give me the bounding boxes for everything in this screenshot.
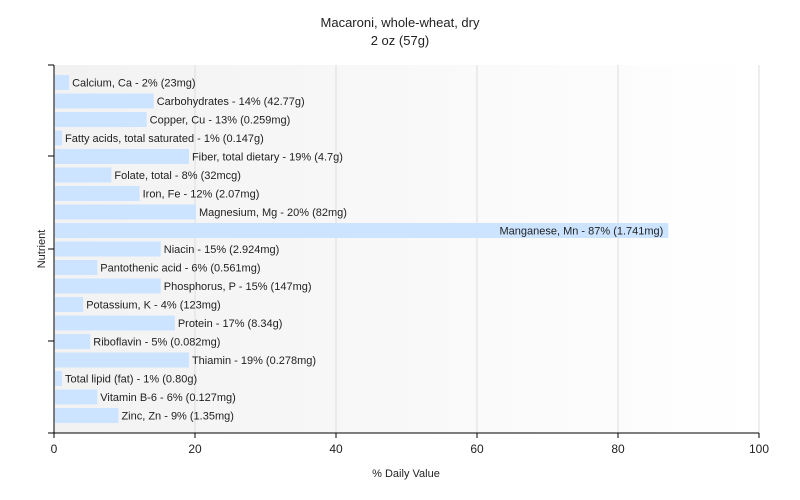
- bar: [55, 167, 112, 183]
- bar: [55, 389, 98, 405]
- bar-label: Phosphorus, P - 15% (147mg): [164, 281, 312, 293]
- x-tick-label: 20: [188, 442, 202, 456]
- bar-label: Pantothenic acid - 6% (0.561mg): [100, 263, 260, 275]
- bar: [55, 75, 70, 90]
- x-tick-label: 100: [749, 442, 769, 456]
- chart-subtitle: 2 oz (57g): [371, 33, 430, 48]
- bar-label: Carbohydrates - 14% (42.77g): [157, 96, 305, 108]
- bar-label: Magnesium, Mg - 20% (82mg): [199, 207, 347, 219]
- bar: [55, 112, 147, 127]
- bar: [55, 130, 63, 146]
- bar: [55, 260, 98, 275]
- x-tick-label: 40: [329, 442, 343, 456]
- chart-title: Macaroni, whole-wheat, dry: [321, 15, 480, 30]
- bar-label: Protein - 17% (8.34g): [178, 318, 283, 330]
- bar: [55, 278, 161, 294]
- bar-label: Calcium, Ca - 2% (23mg): [72, 78, 195, 90]
- bar-label: Vitamin B-6 - 6% (0.127mg): [100, 392, 236, 404]
- bar-label: Copper, Cu - 13% (0.259mg): [150, 115, 291, 127]
- bar-label: Zinc, Zn - 9% (1.35mg): [121, 411, 233, 423]
- x-tick-label: 0: [51, 442, 58, 456]
- bar-label: Iron, Fe - 12% (2.07mg): [143, 189, 260, 201]
- bar-label: Folate, total - 8% (32mcg): [114, 170, 241, 182]
- x-tick-label: 80: [611, 442, 625, 456]
- bar: [55, 408, 119, 423]
- bar: [55, 204, 196, 220]
- bar: [55, 371, 63, 386]
- bar: [55, 352, 189, 368]
- bar: [55, 297, 84, 312]
- bar: [55, 149, 189, 164]
- bar-label: Potassium, K - 4% (123mg): [86, 300, 221, 312]
- x-tick-label: 60: [470, 442, 484, 456]
- bar: [55, 93, 154, 109]
- bar: [55, 186, 140, 201]
- nutrient-bar-chart: Macaroni, whole-wheat, dry 2 oz (57g) Ca…: [36, 15, 769, 480]
- x-axis-label: % Daily Value: [372, 468, 440, 480]
- bar-label: Manganese, Mn - 87% (1.741mg): [499, 226, 663, 238]
- bar-label: Thiamin - 19% (0.278mg): [192, 355, 316, 367]
- bar: [55, 241, 161, 257]
- bar-label: Fatty acids, total saturated - 1% (0.147…: [65, 133, 264, 145]
- bar-label: Fiber, total dietary - 19% (4.7g): [192, 152, 343, 164]
- bar: [55, 334, 91, 349]
- bar-label: Total lipid (fat) - 1% (0.80g): [65, 374, 197, 386]
- bar-label: Niacin - 15% (2.924mg): [164, 244, 280, 256]
- y-axis-label: Nutrient: [36, 230, 48, 269]
- bar: [55, 315, 175, 331]
- bar-label: Riboflavin - 5% (0.082mg): [93, 337, 220, 349]
